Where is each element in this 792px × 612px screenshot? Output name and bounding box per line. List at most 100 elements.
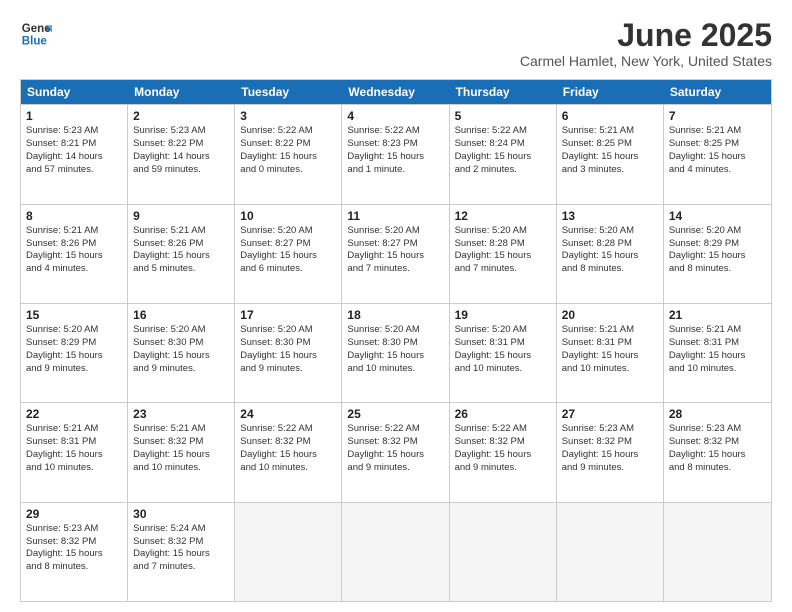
day-number: 13 bbox=[562, 208, 658, 224]
calendar-body: 1 Sunrise: 5:23 AMSunset: 8:21 PMDayligh… bbox=[21, 104, 771, 601]
day-content: Sunrise: 5:21 AMSunset: 8:32 PMDaylight:… bbox=[133, 423, 210, 472]
day-24: 24 Sunrise: 5:22 AMSunset: 8:32 PMDaylig… bbox=[235, 403, 342, 501]
day-content: Sunrise: 5:20 AMSunset: 8:27 PMDaylight:… bbox=[347, 225, 424, 274]
day-number: 2 bbox=[133, 108, 229, 124]
week-row-4: 22 Sunrise: 5:21 AMSunset: 8:31 PMDaylig… bbox=[21, 402, 771, 501]
week-row-2: 8 Sunrise: 5:21 AMSunset: 8:26 PMDayligh… bbox=[21, 204, 771, 303]
day-5: 5 Sunrise: 5:22 AMSunset: 8:24 PMDayligh… bbox=[450, 105, 557, 203]
day-content: Sunrise: 5:20 AMSunset: 8:30 PMDaylight:… bbox=[240, 324, 317, 373]
calendar-header: Sunday Monday Tuesday Wednesday Thursday… bbox=[21, 80, 771, 104]
day-number: 19 bbox=[455, 307, 551, 323]
day-14: 14 Sunrise: 5:20 AMSunset: 8:29 PMDaylig… bbox=[664, 205, 771, 303]
day-content: Sunrise: 5:20 AMSunset: 8:28 PMDaylight:… bbox=[562, 225, 639, 274]
week-row-3: 15 Sunrise: 5:20 AMSunset: 8:29 PMDaylig… bbox=[21, 303, 771, 402]
day-content: Sunrise: 5:20 AMSunset: 8:27 PMDaylight:… bbox=[240, 225, 317, 274]
day-number: 22 bbox=[26, 406, 122, 422]
month-year: June 2025 bbox=[520, 18, 772, 53]
day-content: Sunrise: 5:23 AMSunset: 8:32 PMDaylight:… bbox=[669, 423, 746, 472]
header-wednesday: Wednesday bbox=[342, 80, 449, 104]
day-number: 9 bbox=[133, 208, 229, 224]
day-number: 5 bbox=[455, 108, 551, 124]
day-empty-1 bbox=[235, 503, 342, 601]
day-number: 16 bbox=[133, 307, 229, 323]
day-number: 7 bbox=[669, 108, 766, 124]
day-content: Sunrise: 5:21 AMSunset: 8:31 PMDaylight:… bbox=[26, 423, 103, 472]
day-content: Sunrise: 5:20 AMSunset: 8:29 PMDaylight:… bbox=[26, 324, 103, 373]
day-empty-5 bbox=[664, 503, 771, 601]
day-content: Sunrise: 5:23 AMSunset: 8:32 PMDaylight:… bbox=[26, 523, 103, 572]
day-number: 21 bbox=[669, 307, 766, 323]
day-number: 29 bbox=[26, 506, 122, 522]
location: Carmel Hamlet, New York, United States bbox=[520, 53, 772, 69]
day-content: Sunrise: 5:21 AMSunset: 8:31 PMDaylight:… bbox=[669, 324, 746, 373]
day-9: 9 Sunrise: 5:21 AMSunset: 8:26 PMDayligh… bbox=[128, 205, 235, 303]
day-29: 29 Sunrise: 5:23 AMSunset: 8:32 PMDaylig… bbox=[21, 503, 128, 601]
day-content: Sunrise: 5:22 AMSunset: 8:23 PMDaylight:… bbox=[347, 125, 424, 174]
day-number: 17 bbox=[240, 307, 336, 323]
header-sunday: Sunday bbox=[21, 80, 128, 104]
day-content: Sunrise: 5:21 AMSunset: 8:31 PMDaylight:… bbox=[562, 324, 639, 373]
calendar: Sunday Monday Tuesday Wednesday Thursday… bbox=[20, 79, 772, 602]
svg-text:Blue: Blue bbox=[22, 36, 48, 48]
day-number: 25 bbox=[347, 406, 443, 422]
day-13: 13 Sunrise: 5:20 AMSunset: 8:28 PMDaylig… bbox=[557, 205, 664, 303]
header-saturday: Saturday bbox=[664, 80, 771, 104]
logo-icon: General Blue bbox=[20, 18, 52, 50]
day-number: 18 bbox=[347, 307, 443, 323]
day-20: 20 Sunrise: 5:21 AMSunset: 8:31 PMDaylig… bbox=[557, 304, 664, 402]
day-19: 19 Sunrise: 5:20 AMSunset: 8:31 PMDaylig… bbox=[450, 304, 557, 402]
day-number: 26 bbox=[455, 406, 551, 422]
day-18: 18 Sunrise: 5:20 AMSunset: 8:30 PMDaylig… bbox=[342, 304, 449, 402]
day-10: 10 Sunrise: 5:20 AMSunset: 8:27 PMDaylig… bbox=[235, 205, 342, 303]
week-row-5: 29 Sunrise: 5:23 AMSunset: 8:32 PMDaylig… bbox=[21, 502, 771, 601]
day-empty-4 bbox=[557, 503, 664, 601]
day-content: Sunrise: 5:22 AMSunset: 8:32 PMDaylight:… bbox=[240, 423, 317, 472]
header: General Blue June 2025 Carmel Hamlet, Ne… bbox=[20, 18, 772, 69]
day-empty-2 bbox=[342, 503, 449, 601]
day-content: Sunrise: 5:23 AMSunset: 8:22 PMDaylight:… bbox=[133, 125, 210, 174]
day-number: 6 bbox=[562, 108, 658, 124]
day-number: 11 bbox=[347, 208, 443, 224]
day-8: 8 Sunrise: 5:21 AMSunset: 8:26 PMDayligh… bbox=[21, 205, 128, 303]
day-number: 30 bbox=[133, 506, 229, 522]
header-tuesday: Tuesday bbox=[235, 80, 342, 104]
day-number: 27 bbox=[562, 406, 658, 422]
header-thursday: Thursday bbox=[450, 80, 557, 104]
day-number: 24 bbox=[240, 406, 336, 422]
day-number: 14 bbox=[669, 208, 766, 224]
day-content: Sunrise: 5:22 AMSunset: 8:22 PMDaylight:… bbox=[240, 125, 317, 174]
day-26: 26 Sunrise: 5:22 AMSunset: 8:32 PMDaylig… bbox=[450, 403, 557, 501]
title-block: June 2025 Carmel Hamlet, New York, Unite… bbox=[520, 18, 772, 69]
day-content: Sunrise: 5:23 AMSunset: 8:21 PMDaylight:… bbox=[26, 125, 103, 174]
header-monday: Monday bbox=[128, 80, 235, 104]
logo: General Blue bbox=[20, 18, 52, 50]
day-28: 28 Sunrise: 5:23 AMSunset: 8:32 PMDaylig… bbox=[664, 403, 771, 501]
day-6: 6 Sunrise: 5:21 AMSunset: 8:25 PMDayligh… bbox=[557, 105, 664, 203]
page: General Blue June 2025 Carmel Hamlet, Ne… bbox=[0, 0, 792, 612]
day-23: 23 Sunrise: 5:21 AMSunset: 8:32 PMDaylig… bbox=[128, 403, 235, 501]
day-empty-3 bbox=[450, 503, 557, 601]
day-content: Sunrise: 5:20 AMSunset: 8:31 PMDaylight:… bbox=[455, 324, 532, 373]
week-row-1: 1 Sunrise: 5:23 AMSunset: 8:21 PMDayligh… bbox=[21, 104, 771, 203]
day-content: Sunrise: 5:23 AMSunset: 8:32 PMDaylight:… bbox=[562, 423, 639, 472]
day-content: Sunrise: 5:24 AMSunset: 8:32 PMDaylight:… bbox=[133, 523, 210, 572]
day-4: 4 Sunrise: 5:22 AMSunset: 8:23 PMDayligh… bbox=[342, 105, 449, 203]
day-content: Sunrise: 5:21 AMSunset: 8:25 PMDaylight:… bbox=[562, 125, 639, 174]
day-content: Sunrise: 5:22 AMSunset: 8:32 PMDaylight:… bbox=[347, 423, 424, 472]
day-content: Sunrise: 5:22 AMSunset: 8:32 PMDaylight:… bbox=[455, 423, 532, 472]
day-number: 12 bbox=[455, 208, 551, 224]
day-content: Sunrise: 5:21 AMSunset: 8:25 PMDaylight:… bbox=[669, 125, 746, 174]
day-1: 1 Sunrise: 5:23 AMSunset: 8:21 PMDayligh… bbox=[21, 105, 128, 203]
day-22: 22 Sunrise: 5:21 AMSunset: 8:31 PMDaylig… bbox=[21, 403, 128, 501]
day-content: Sunrise: 5:20 AMSunset: 8:30 PMDaylight:… bbox=[347, 324, 424, 373]
day-number: 3 bbox=[240, 108, 336, 124]
day-number: 15 bbox=[26, 307, 122, 323]
day-number: 10 bbox=[240, 208, 336, 224]
day-30: 30 Sunrise: 5:24 AMSunset: 8:32 PMDaylig… bbox=[128, 503, 235, 601]
day-12: 12 Sunrise: 5:20 AMSunset: 8:28 PMDaylig… bbox=[450, 205, 557, 303]
day-number: 8 bbox=[26, 208, 122, 224]
day-number: 20 bbox=[562, 307, 658, 323]
day-2: 2 Sunrise: 5:23 AMSunset: 8:22 PMDayligh… bbox=[128, 105, 235, 203]
day-content: Sunrise: 5:20 AMSunset: 8:29 PMDaylight:… bbox=[669, 225, 746, 274]
day-15: 15 Sunrise: 5:20 AMSunset: 8:29 PMDaylig… bbox=[21, 304, 128, 402]
